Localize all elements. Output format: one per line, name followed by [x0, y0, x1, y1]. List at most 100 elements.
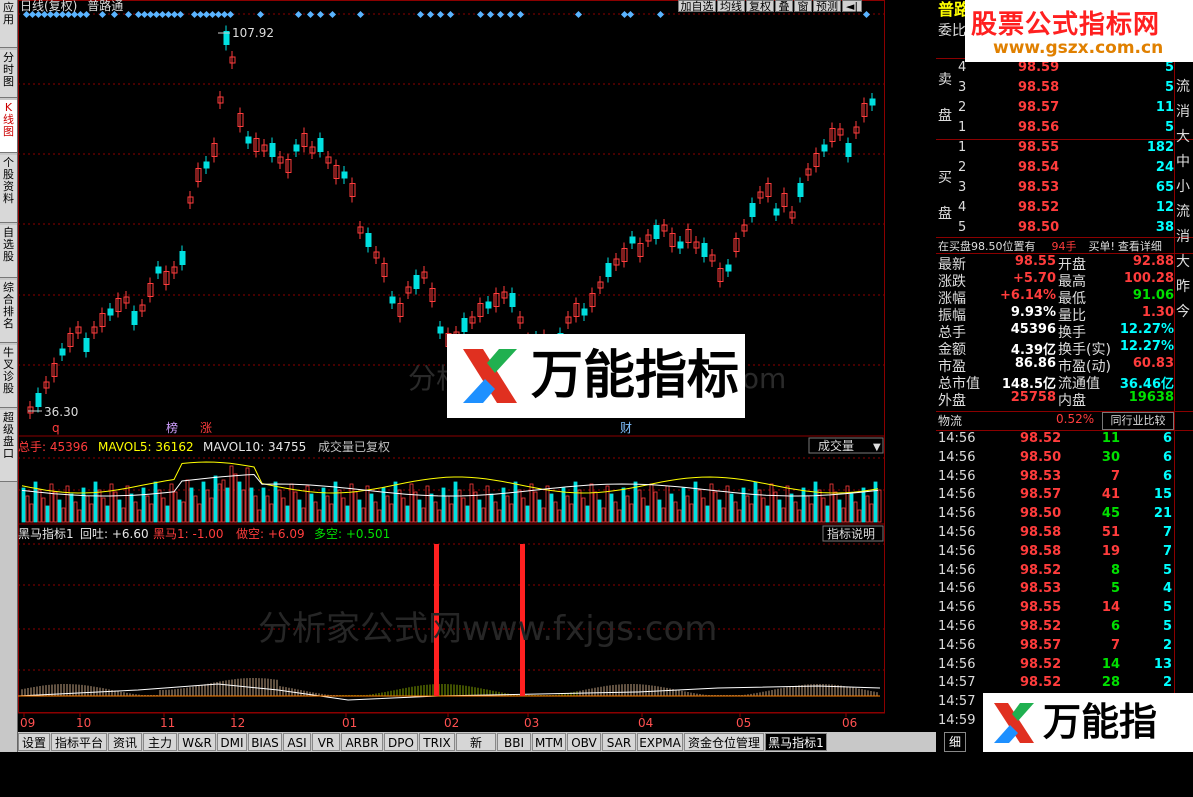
- indicator-tab-13[interactable]: BBI: [497, 733, 531, 751]
- volume-bar: [21, 487, 26, 523]
- volume-header-total: 总手: 45396: [18, 440, 88, 454]
- trade-volume: 7: [1110, 468, 1120, 484]
- indicator-tab-1[interactable]: 指标平台: [51, 733, 107, 751]
- buy-price[interactable]: 98.50: [1018, 220, 1059, 235]
- indicator-tab-7[interactable]: ASI: [283, 733, 311, 751]
- indicator-tab-18[interactable]: 资金仓位管理: [684, 733, 764, 751]
- volume-bar: [597, 499, 602, 523]
- chart-header: 日线(复权) 普路通: [20, 0, 123, 14]
- trade-time: 14:57: [938, 694, 976, 710]
- stat-label-2: 内盘: [1058, 393, 1086, 409]
- buy-price[interactable]: 98.54: [1018, 160, 1059, 175]
- compare-industry-button[interactable]: 同行业比较: [1102, 412, 1174, 430]
- volume-bar: [69, 493, 74, 523]
- indicator-tab-0[interactable]: 设置: [18, 733, 50, 751]
- candle: [59, 348, 66, 356]
- left-nav-item-3[interactable]: 个股资料: [0, 155, 17, 223]
- trade-count: 6: [1162, 449, 1172, 465]
- indicator-tab-16[interactable]: SAR: [602, 733, 636, 751]
- indicator-tab-11[interactable]: TRIX: [419, 733, 455, 751]
- volume-bar: [561, 487, 566, 523]
- indicator-tab-8[interactable]: VR: [312, 733, 340, 751]
- indicator-tab-9[interactable]: ARBR: [341, 733, 383, 751]
- indicator-tab-19[interactable]: 黑马指标1: [765, 733, 827, 751]
- high-label: 107.92: [232, 26, 274, 40]
- volume-bar: [329, 503, 334, 523]
- volume-bar: [409, 483, 414, 523]
- volume-bar: [665, 485, 670, 523]
- brand-logo-icon: [463, 349, 517, 403]
- indicator-tab-5[interactable]: DMI: [217, 733, 247, 751]
- buy-price[interactable]: 98.55: [1018, 140, 1059, 155]
- quote-panel: 普路通 委比 卖盘 4 98.59 5 3 98.58 5 2 98.57 11 1 98.56 5 买盘 1 9…: [936, 0, 1193, 752]
- volume-bar: [105, 505, 110, 523]
- sell-volume: 11: [1155, 100, 1174, 115]
- trade-volume: 14: [1101, 656, 1120, 672]
- bottom-detail-tab[interactable]: 细: [944, 732, 966, 752]
- indicator-tab-14[interactable]: MTM: [532, 733, 566, 751]
- left-nav-item-6[interactable]: 牛叉诊股: [0, 345, 17, 408]
- candle: [629, 236, 636, 244]
- indicator-tab-2[interactable]: 资讯: [108, 733, 142, 751]
- trade-time: 14:56: [938, 619, 976, 634]
- detail-link[interactable]: 查看详细: [1118, 240, 1162, 253]
- volume-bar: [845, 485, 850, 523]
- volume-bar: [821, 497, 826, 523]
- candle: [413, 275, 420, 289]
- indicator-tab-17[interactable]: EXPMA: [637, 733, 683, 751]
- trade-count: 21: [1153, 506, 1172, 522]
- indicator-tab-6[interactable]: BIAS: [248, 733, 282, 751]
- left-nav-item-2[interactable]: K线图: [0, 100, 17, 153]
- sell-price[interactable]: 98.57: [1018, 100, 1059, 115]
- volume-bar: [125, 485, 130, 523]
- volume-bar: [97, 489, 102, 523]
- top-button-0[interactable]: 加自选: [678, 0, 716, 13]
- signal-diamond: [256, 10, 265, 19]
- volume-bar: [801, 487, 806, 523]
- volume-bar: [269, 503, 274, 523]
- indicator-tab-4[interactable]: W&R: [178, 733, 216, 751]
- top-button-1[interactable]: 均线: [717, 0, 745, 13]
- buy-note-row: 在买盘98.50位置有 94手 买单! 查看详细: [938, 238, 1162, 254]
- indicator-tab-12[interactable]: 新DMA: [456, 733, 496, 768]
- buy-price[interactable]: 98.52: [1018, 200, 1059, 215]
- volume-bar: [637, 489, 642, 523]
- volume-bar: [769, 483, 774, 523]
- volume-bar: [65, 485, 70, 523]
- left-nav-item-7[interactable]: 超级盘口: [0, 410, 17, 482]
- volume-bar: [669, 493, 674, 523]
- left-nav-item-4[interactable]: 自选股: [0, 225, 17, 278]
- left-nav-item-0[interactable]: 应用: [0, 0, 17, 48]
- top-button-2[interactable]: 复权: [746, 0, 774, 13]
- indicator-tab-3[interactable]: 主力: [143, 733, 177, 751]
- volume-bar: [441, 487, 446, 523]
- volume-bar: [537, 499, 542, 523]
- sell-level: 2: [958, 100, 967, 115]
- volume-bar: [133, 501, 138, 523]
- candle: [485, 301, 492, 309]
- trade-price: 98.52: [1020, 619, 1062, 634]
- indicator-tab-15[interactable]: OBV: [567, 733, 601, 751]
- volume-bar: [249, 487, 254, 523]
- volume-bar: [641, 497, 646, 523]
- volume-bar: [789, 493, 794, 523]
- buy-level: 4: [958, 200, 967, 215]
- buy-price[interactable]: 98.53: [1018, 180, 1059, 195]
- top-button-5[interactable]: 预测: [813, 0, 841, 13]
- left-nav-item-1[interactable]: 分时图: [0, 50, 17, 98]
- volume-bar: [877, 489, 882, 523]
- trade-price: 98.57: [1020, 637, 1062, 653]
- sell-price[interactable]: 98.58: [1018, 80, 1059, 95]
- indicator-tab-10[interactable]: DPO: [384, 733, 418, 751]
- volume-bar: [157, 489, 162, 523]
- left-nav-item-5[interactable]: 综合排名: [0, 280, 17, 343]
- sell-price[interactable]: 98.59: [1018, 60, 1059, 75]
- sell-price[interactable]: 98.56: [1018, 120, 1059, 135]
- stat-value: 25758: [1010, 390, 1056, 405]
- top-button-3[interactable]: 叠: [775, 0, 793, 13]
- volume-bar: [765, 505, 770, 523]
- volume-bar: [181, 501, 186, 523]
- top-button-4[interactable]: 窗: [794, 0, 812, 13]
- top-button-6[interactable]: ◄|: [842, 0, 862, 13]
- volume-bar: [809, 503, 814, 523]
